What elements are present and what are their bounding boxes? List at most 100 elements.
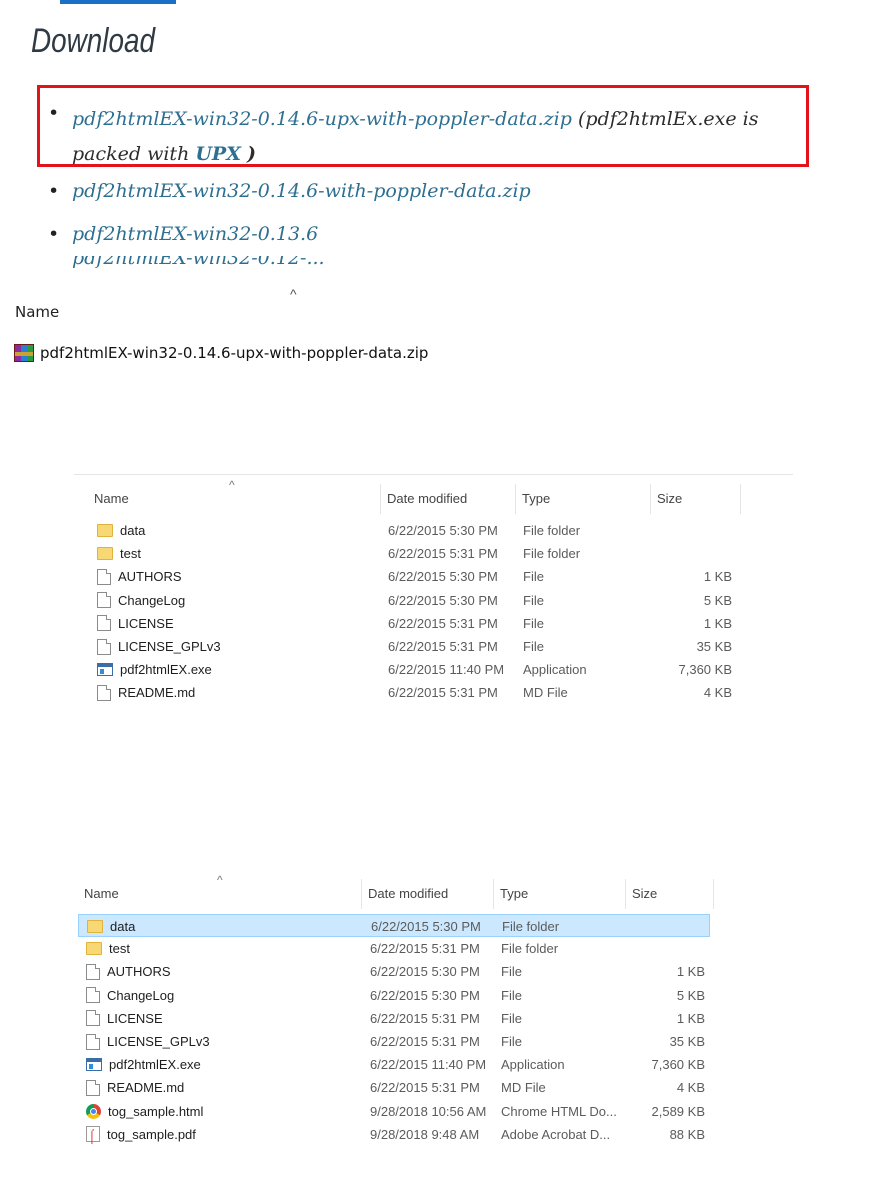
file-name-cell: ChangeLog [97, 589, 185, 612]
type-cell: Chrome HTML Do... [501, 1103, 617, 1119]
date-modified-cell: 6/22/2015 5:31 PM [370, 1010, 480, 1026]
file-name: ChangeLog [118, 592, 186, 608]
file-icon [86, 1010, 100, 1027]
file-icon [97, 684, 111, 701]
column-header-type[interactable]: Type [494, 879, 626, 909]
file-list-converted: Name Date modified Type Size ^ data 6/22/… [78, 873, 718, 1149]
file-row[interactable]: LICENSE_GPLv3 6/22/2015 5:31 PM File 35 KB [88, 635, 748, 658]
divider [74, 474, 793, 475]
size-cell: 5 KB [676, 987, 705, 1003]
zip-file-row[interactable]: pdf2htmlEX-win32-0.14.6-upx-with-poppler… [14, 344, 428, 362]
file-name: pdf2htmlEX.exe [109, 1057, 201, 1073]
size-cell: 88 KB [669, 1126, 705, 1142]
download-link-poppler[interactable]: pdf2htmlEX-win32-0.14.6-with-poppler-dat… [72, 180, 531, 202]
type-cell: File [501, 964, 522, 980]
size-cell: 1 KB [703, 615, 732, 631]
file-row[interactable]: tog_sample.pdf 9/28/2018 9:48 AM Adobe Acr… [78, 1123, 710, 1147]
file-row[interactable]: LICENSE 6/22/2015 5:31 PM File 1 KB [88, 612, 748, 635]
file-name-cell: pdf2htmlEX.exe [86, 1053, 201, 1076]
file-row[interactable]: data 6/22/2015 5:30 PM File folder [88, 519, 748, 542]
date-modified-cell: 9/28/2018 10:56 AM [370, 1103, 487, 1119]
date-modified-cell: 6/22/2015 11:40 PM [370, 1057, 487, 1073]
folder-icon [87, 920, 103, 933]
file-name: pdf2htmlEX.exe [120, 662, 212, 678]
file-row[interactable]: ChangeLog 6/22/2015 5:30 PM File 5 KB [78, 984, 710, 1007]
file-name-cell: data [97, 519, 145, 542]
bullet: • [48, 180, 60, 202]
file-name: AUTHORS [118, 569, 182, 585]
size-cell: 35 KB [696, 639, 732, 654]
column-header-name[interactable]: Name [15, 303, 59, 321]
file-icon [86, 963, 100, 980]
folder-icon [97, 547, 113, 561]
file-list-extracted: Name Date modified Type Size ^ data 6/22/… [88, 478, 793, 724]
date-modified-cell: 9/28/2018 9:48 AM [370, 1126, 480, 1142]
type-cell: File [523, 592, 544, 608]
date-modified-cell: 6/22/2015 5:30 PM [388, 523, 498, 538]
file-row[interactable]: test 6/22/2015 5:31 PM File folder [78, 937, 710, 960]
file-row[interactable]: pdf2htmlEX.exe 6/22/2015 11:40 PM Applicat… [88, 658, 748, 681]
file-row[interactable]: AUTHORS 6/22/2015 5:30 PM File 1 KB [88, 565, 748, 588]
size-cell: 1 KB [676, 1010, 705, 1026]
file-name: README.md [118, 685, 196, 701]
file-name-cell: LICENSE_GPLv3 [97, 635, 221, 658]
highlight-box [37, 85, 809, 167]
download-item: • pdf2htmlEX-win32-0.13.6 [30, 223, 318, 245]
file-row[interactable]: README.md 6/22/2015 5:31 PM MD File 4 KB [88, 681, 748, 704]
zip-file-name: pdf2htmlEX-win32-0.14.6-upx-with-poppler… [40, 344, 429, 362]
file-icon [97, 615, 111, 632]
file-row[interactable]: pdf2htmlEX.exe 6/22/2015 11:40 PM Applicat… [78, 1053, 710, 1076]
winrar-archive-icon [14, 344, 34, 362]
column-headers: Name Date modified Type Size ^ [88, 478, 793, 514]
type-cell: Application [523, 662, 587, 678]
size-cell: 35 KB [669, 1034, 705, 1049]
chrome-icon [86, 1103, 101, 1119]
file-name-cell: tog_sample.html [86, 1100, 203, 1123]
cut-off-link: pdf2htmlEX-win32-0.12-... [72, 256, 325, 269]
file-name: LICENSE [107, 1010, 163, 1026]
file-name-cell: AUTHORS [97, 565, 182, 588]
file-row[interactable]: AUTHORS 6/22/2015 5:30 PM File 1 KB [78, 960, 710, 983]
file-icon [86, 987, 100, 1004]
exe-icon [86, 1058, 102, 1072]
file-name: data [120, 523, 146, 538]
file-name-cell: test [97, 542, 141, 565]
file-name: README.md [107, 1080, 185, 1096]
column-header-date[interactable]: Date modified [362, 879, 494, 909]
sort-caret-icon: ^ [229, 478, 235, 492]
file-row[interactable]: tog_sample.html 9/28/2018 10:56 AM Chrome … [78, 1100, 710, 1123]
date-modified-cell: 6/22/2015 5:31 PM [388, 685, 498, 701]
date-modified-cell: 6/22/2015 11:40 PM [388, 662, 505, 678]
column-header-size[interactable]: Size [626, 879, 714, 909]
file-name-cell: tog_sample.pdf [86, 1123, 196, 1147]
date-modified-cell: 6/22/2015 5:31 PM [388, 639, 498, 654]
file-name-cell: README.md [86, 1076, 184, 1099]
column-header-date[interactable]: Date modified [381, 484, 516, 514]
type-cell: File folder [502, 919, 560, 934]
file-name: test [109, 941, 130, 957]
date-modified-cell: 6/22/2015 5:31 PM [388, 615, 498, 631]
file-row[interactable]: data 6/22/2015 5:30 PM File folder [78, 914, 710, 937]
file-row[interactable]: LICENSE 6/22/2015 5:31 PM File 1 KB [78, 1007, 710, 1030]
file-name-cell: README.md [97, 681, 195, 704]
type-cell: MD File [501, 1080, 546, 1096]
column-header-type[interactable]: Type [516, 484, 651, 514]
file-row[interactable]: test 6/22/2015 5:31 PM File folder [88, 542, 748, 565]
file-name: test [120, 546, 141, 562]
sort-caret-icon: ^ [290, 286, 297, 302]
size-cell: 4 KB [676, 1080, 705, 1096]
date-modified-cell: 6/22/2015 5:30 PM [388, 569, 498, 585]
download-link-0136[interactable]: pdf2htmlEX-win32-0.13.6 [72, 223, 318, 245]
date-modified-cell: 6/22/2015 5:30 PM [388, 592, 498, 608]
column-header-size[interactable]: Size [651, 484, 741, 514]
file-name-cell: LICENSE_GPLv3 [86, 1030, 210, 1053]
size-cell: 2,589 KB [651, 1103, 706, 1119]
file-row[interactable]: README.md 6/22/2015 5:31 PM MD File 4 KB [78, 1076, 710, 1099]
date-modified-cell: 6/22/2015 5:30 PM [370, 964, 480, 980]
sort-caret-icon: ^ [217, 873, 223, 887]
type-cell: File [501, 987, 522, 1003]
file-row[interactable]: LICENSE_GPLv3 6/22/2015 5:31 PM File 35 KB [78, 1030, 710, 1053]
type-cell: File [523, 615, 544, 631]
file-row[interactable]: ChangeLog 6/22/2015 5:30 PM File 5 KB [88, 589, 748, 612]
file-name-cell: ChangeLog [86, 984, 174, 1007]
